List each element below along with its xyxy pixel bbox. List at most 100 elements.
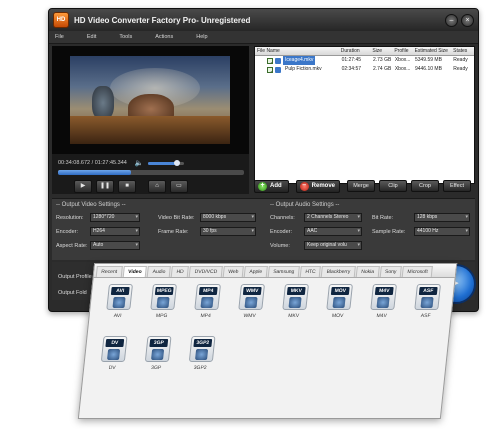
app-logo-icon: HD	[53, 12, 69, 28]
file-size: 2.73 GB	[372, 57, 392, 63]
snapshot-icon[interactable]: ⌂	[148, 179, 166, 193]
format-3gp2[interactable]: 3GP2 3GP2	[176, 336, 228, 371]
video-settings-title: -- Output Video Settings --	[56, 202, 126, 208]
volume-label: Volume:	[270, 243, 290, 249]
remove-button[interactable]: – Remove	[295, 179, 341, 193]
add-button[interactable]: + Add	[254, 179, 289, 193]
tab-samsung[interactable]: Samsung	[267, 266, 300, 277]
col-states[interactable]: States	[451, 47, 474, 55]
open-folder-icon[interactable]: ▭	[170, 179, 188, 193]
format-label: DV	[108, 365, 116, 371]
plus-icon: +	[258, 181, 267, 191]
speaker-icon[interactable]: 🔈	[135, 159, 144, 167]
file-state: Ready	[453, 66, 468, 72]
checkbox[interactable]: ✓	[267, 66, 273, 73]
frame-rate-label: Frame Rate:	[158, 229, 189, 235]
col-duration[interactable]: Duration	[339, 47, 371, 55]
resolution-select[interactable]: 1280*720 ▾	[90, 213, 140, 222]
wmv-format-icon: WMV	[238, 284, 265, 310]
video-file-icon	[275, 57, 281, 64]
tab-microsoft[interactable]: Microsoft	[401, 266, 434, 277]
aspect-rate-select[interactable]: Auto ▾	[90, 241, 140, 250]
tab-nokia[interactable]: Nokia	[355, 266, 380, 277]
minus-icon: –	[299, 181, 309, 191]
action-bar: + Add – Remove Merge Clip Crop Effect	[254, 178, 475, 194]
col-profile[interactable]: Profile	[392, 47, 412, 55]
tab-apple[interactable]: Apple	[243, 266, 268, 277]
minimize-icon[interactable]: –	[445, 13, 458, 27]
format-label: MOV	[331, 313, 344, 319]
volume-select[interactable]: Keep original volu ▾	[304, 241, 362, 250]
checkbox[interactable]: ✓	[267, 57, 273, 64]
window-title: HD Video Converter Factory Pro- Unregist…	[74, 15, 251, 25]
effect-button[interactable]: Effect	[443, 180, 472, 192]
audio-bitrate-label: Bit Rate:	[372, 215, 394, 221]
video-bitrate-label: Video Bit Rate:	[158, 215, 195, 221]
file-estimated-size: 5349.59 MB	[414, 57, 442, 63]
3gp-format-icon: 3GP	[144, 336, 172, 362]
merge-button[interactable]: Merge	[347, 180, 376, 192]
time-row: 00:34:08.672 / 01:27:45.344 🔈	[52, 157, 249, 169]
col-file-name[interactable]: File Name	[255, 47, 339, 55]
tab-audio[interactable]: Audio	[147, 266, 172, 277]
menu-actions[interactable]: Actions	[155, 34, 173, 40]
menu-help[interactable]: Help	[196, 34, 207, 40]
close-icon[interactable]: ×	[461, 13, 474, 27]
playback-controls: ▶ ❚❚ ■ ⌂ ▭	[52, 178, 249, 194]
output-profile-label: Output Profile	[58, 274, 92, 280]
table-row[interactable]: ✓ Iceage4.mkv 01:27:45 2.73 GB Xbox... 5…	[255, 56, 474, 65]
video-bitrate-select[interactable]: 8000 kbps ▾	[200, 213, 256, 222]
tab-hd[interactable]: HD	[170, 266, 190, 277]
file-estimated-size: 9446.10 MB	[414, 66, 442, 72]
tab-htc[interactable]: HTC	[299, 266, 322, 277]
video-encoder-select[interactable]: H264 ▾	[90, 227, 140, 236]
tab-sony[interactable]: Sony	[379, 266, 403, 277]
menu-edit[interactable]: Edit	[87, 34, 96, 40]
format-label: MP4	[200, 313, 212, 319]
dv-format-icon: DV	[100, 336, 128, 362]
audio-encoder-select[interactable]: AAC ▾	[304, 227, 362, 236]
add-label: Add	[270, 183, 282, 189]
clip-button[interactable]: Clip	[379, 180, 408, 192]
channels-select[interactable]: 2 Channels Stereo ▾	[304, 213, 362, 222]
stop-icon[interactable]: ■	[118, 179, 136, 193]
profile-tabs: Recent Video Audio HD DVD/VCD Web Apple Samsung…	[93, 264, 457, 278]
tab-blackberry[interactable]: Blackberry	[321, 266, 356, 277]
playback-time: 00:34:08.672 / 01:27:45.344	[58, 160, 127, 166]
output-folder-label: Output Fold	[58, 290, 87, 296]
file-name: Iceage4.mkv	[283, 56, 316, 65]
tab-dvd-vcd[interactable]: DVD/VCD	[189, 266, 223, 277]
menu-tools[interactable]: Tools	[119, 34, 132, 40]
format-label: ASF	[420, 313, 431, 319]
play-icon[interactable]: ▶	[74, 179, 92, 193]
frame-rate-select[interactable]: 30 fps ▾	[200, 227, 256, 236]
col-size[interactable]: Size	[370, 47, 392, 55]
volume-slider[interactable]	[147, 159, 184, 166]
tab-web[interactable]: Web	[222, 266, 245, 277]
format-label: M4V	[376, 313, 388, 319]
file-list-header: File Name Duration Size Profile Estimate…	[255, 47, 474, 56]
mkv-format-icon: MKV	[282, 284, 309, 310]
audio-bitrate-select[interactable]: 128 kbps ▾	[414, 213, 470, 222]
format-label: MKV	[287, 313, 300, 319]
crop-button[interactable]: Crop	[411, 180, 440, 192]
channels-label: Channels:	[270, 215, 295, 221]
format-asf[interactable]: ASF ASF	[401, 284, 453, 319]
sample-rate-select[interactable]: 44100 Hz ▾	[414, 227, 470, 236]
3gp2-format-icon: 3GP2	[188, 336, 216, 362]
seek-bar[interactable]	[58, 170, 244, 175]
format-label: WMV	[243, 313, 257, 319]
tab-recent[interactable]: Recent	[95, 266, 123, 277]
menu-file[interactable]: File	[55, 34, 64, 40]
audio-settings-title: -- Output Audio Settings --	[270, 202, 340, 208]
pause-icon[interactable]: ❚❚	[96, 179, 114, 193]
tab-video[interactable]: Video	[122, 266, 148, 277]
video-preview[interactable]	[52, 46, 249, 154]
format-label: AVI	[113, 313, 122, 319]
file-duration: 02:34:57	[341, 66, 362, 72]
avi-format-icon: AVI	[106, 284, 133, 310]
format-label: 3GP	[150, 365, 162, 371]
mp4-format-icon: MP4	[194, 284, 221, 310]
col-estimated-size[interactable]: Estimated Size	[413, 47, 452, 55]
table-row[interactable]: ✓ Pulp Fiction.mkv 02:34:57 2.74 GB Xbox…	[255, 65, 474, 74]
